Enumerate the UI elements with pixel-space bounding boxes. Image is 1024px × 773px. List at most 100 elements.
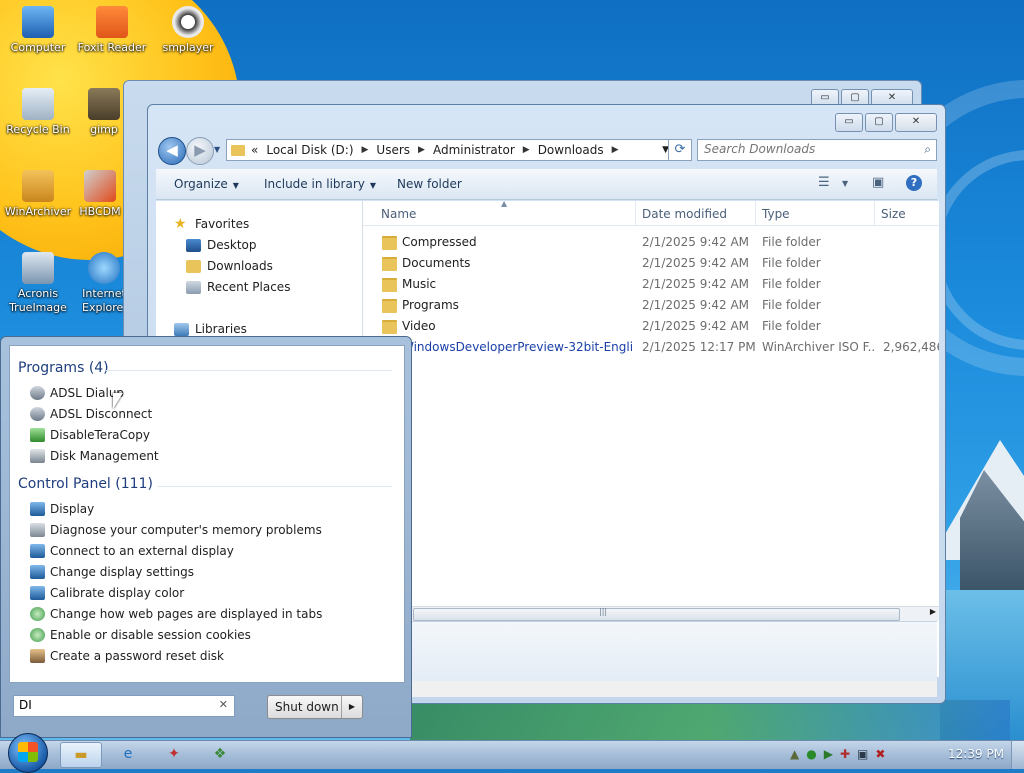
result-change-display-settings[interactable]: Change display settings bbox=[30, 565, 194, 579]
result-password-reset-disk[interactable]: Create a password reset disk bbox=[30, 649, 224, 663]
desktop-icon-internet-explorer[interactable]: Internet Explorer bbox=[82, 252, 126, 315]
result-display[interactable]: Display bbox=[30, 502, 94, 516]
shut-down-button[interactable]: Shut down ▶ bbox=[267, 695, 363, 719]
chevron-right-icon[interactable]: ▶ bbox=[418, 145, 425, 155]
tray-icon-tool[interactable]: ✚ bbox=[840, 747, 850, 761]
start-search-box[interactable]: ✕ bbox=[13, 695, 235, 717]
column-header-name[interactable]: Name bbox=[381, 207, 416, 221]
chevron-right-icon[interactable]: ▶ bbox=[612, 145, 619, 155]
maximize-button[interactable]: ▢ bbox=[865, 113, 893, 132]
column-header-type[interactable]: Type bbox=[762, 207, 790, 221]
search-icon[interactable]: ⌕ bbox=[924, 142, 931, 157]
file-row[interactable]: WindowsDeveloperPreview-32bit-English...… bbox=[363, 337, 939, 358]
forward-button[interactable]: ▶ bbox=[186, 137, 214, 165]
desktop-icon-gimp[interactable]: gimp bbox=[80, 88, 128, 137]
tray-icon-volume-muted[interactable]: ✖ bbox=[875, 747, 885, 761]
minimize-button[interactable]: ▭ bbox=[835, 113, 863, 132]
result-adsl-dialup[interactable]: ADSL Dialup bbox=[30, 386, 124, 400]
nav-item-libraries[interactable]: Libraries bbox=[174, 322, 247, 336]
breadcrumb-users[interactable]: Users bbox=[376, 143, 410, 157]
desktop-icon-winarchiver[interactable]: WinArchiver bbox=[0, 170, 76, 219]
column-divider[interactable] bbox=[635, 201, 636, 225]
nav-item-recent-places[interactable]: Recent Places bbox=[186, 280, 290, 294]
horizontal-scrollbar[interactable]: ||| ▶ bbox=[363, 606, 939, 621]
file-row[interactable]: Programs 2/1/2025 9:42 AM File folder bbox=[363, 295, 939, 316]
breadcrumb-local-disk[interactable]: Local Disk (D:) bbox=[266, 143, 353, 157]
help-button[interactable]: ? bbox=[906, 175, 922, 191]
new-folder-button[interactable]: New folder bbox=[397, 177, 462, 191]
dialup-icon bbox=[30, 407, 45, 421]
desktop-icon-recycle-bin[interactable]: Recycle Bin bbox=[0, 88, 76, 137]
file-type: File folder bbox=[762, 319, 821, 333]
result-disk-management[interactable]: Disk Management bbox=[30, 449, 159, 463]
column-header-size[interactable]: Size bbox=[881, 207, 906, 221]
monitor-icon bbox=[30, 565, 45, 579]
taskbar-app-button[interactable]: ❖ bbox=[200, 742, 240, 766]
result-disable-teracopy[interactable]: DisableTeraCopy bbox=[30, 428, 150, 442]
desktop-icon-smplayer[interactable]: smplayer bbox=[150, 6, 226, 55]
nav-item-favorites[interactable]: ★ Favorites bbox=[174, 217, 249, 232]
control-panel-header[interactable]: Control Panel (111) bbox=[18, 476, 153, 492]
breadcrumb-overflow[interactable]: « bbox=[251, 143, 258, 157]
start-button[interactable] bbox=[8, 733, 48, 773]
start-search-input[interactable] bbox=[14, 696, 214, 714]
column-divider[interactable] bbox=[874, 201, 875, 225]
refresh-button[interactable]: ⟳ bbox=[668, 139, 692, 161]
taskbar-explorer-button[interactable]: ▬ bbox=[60, 742, 102, 768]
tray-icon-display[interactable]: ▣ bbox=[857, 747, 868, 761]
search-box[interactable]: ⌕ bbox=[697, 139, 937, 161]
back-button[interactable]: ◀ bbox=[158, 137, 186, 165]
desktop-icon-acronis[interactable]: Acronis TrueImage bbox=[0, 252, 76, 315]
nav-item-downloads[interactable]: Downloads bbox=[186, 259, 273, 273]
close-button[interactable]: ✕ bbox=[895, 113, 937, 132]
tray-icon-network[interactable]: ▲ bbox=[790, 747, 799, 761]
change-view-button[interactable]: ☰ bbox=[818, 175, 830, 190]
arrow-right-icon: ▶ bbox=[194, 141, 206, 159]
breadcrumb-downloads[interactable]: Downloads bbox=[538, 143, 604, 157]
taskbar-clock[interactable]: 12:39 PM bbox=[948, 747, 1004, 761]
recent-pages-dropdown[interactable]: ▼ bbox=[214, 145, 220, 154]
result-diagnose-memory[interactable]: Diagnose your computer's memory problems bbox=[30, 523, 322, 537]
show-desktop-button[interactable] bbox=[1011, 741, 1024, 769]
taskbar-internet-explorer-button[interactable]: e bbox=[108, 742, 148, 766]
scrollbar-thumb[interactable] bbox=[413, 608, 900, 621]
desktop-icon-foxit-reader[interactable]: Foxit Reader bbox=[74, 6, 150, 55]
system-tray: ▲ ● ▶ ✚ ▣ ✖ bbox=[790, 747, 885, 761]
breadcrumb-administrator[interactable]: Administrator bbox=[433, 143, 515, 157]
result-label: Enable or disable session cookies bbox=[50, 628, 251, 642]
chevron-right-icon[interactable]: ▶ bbox=[523, 145, 530, 155]
tray-icon-security[interactable]: ● bbox=[806, 747, 816, 761]
result-connect-external-display[interactable]: Connect to an external display bbox=[30, 544, 234, 558]
taskbar-app-button[interactable]: ✦ bbox=[154, 742, 194, 766]
chevron-right-icon[interactable]: ▶ bbox=[362, 145, 369, 155]
programs-header[interactable]: Programs (4) bbox=[18, 360, 109, 376]
tray-icon-media[interactable]: ▶ bbox=[824, 747, 833, 761]
desktop-icon-computer[interactable]: Computer bbox=[0, 6, 76, 55]
file-row[interactable]: Video 2/1/2025 9:42 AM File folder bbox=[363, 316, 939, 337]
nav-item-label: Recent Places bbox=[207, 280, 291, 294]
clear-search-icon[interactable]: ✕ bbox=[219, 698, 228, 711]
result-adsl-disconnect[interactable]: ADSL Disconnect bbox=[30, 407, 152, 421]
column-divider[interactable] bbox=[755, 201, 756, 225]
taskbar: ▬ e ✦ ❖ ▲ ● ▶ ✚ ▣ ✖ 12:39 PM bbox=[0, 733, 1024, 773]
internet-options-icon bbox=[30, 607, 45, 621]
include-in-library-button[interactable]: Include in library ▼ bbox=[264, 177, 376, 191]
monitor-icon bbox=[30, 502, 45, 516]
desktop-icon bbox=[186, 238, 201, 252]
view-options-dropdown[interactable]: ▼ bbox=[842, 179, 848, 188]
nav-item-desktop[interactable]: Desktop bbox=[186, 238, 257, 252]
result-session-cookies[interactable]: Enable or disable session cookies bbox=[30, 628, 251, 642]
result-calibrate-display-color[interactable]: Calibrate display color bbox=[30, 586, 184, 600]
address-bar[interactable]: « Local Disk (D:) ▶ Users ▶ Administrato… bbox=[226, 139, 674, 161]
preview-pane-button[interactable]: ▣ bbox=[872, 175, 884, 190]
scroll-right-icon[interactable]: ▶ bbox=[930, 607, 936, 616]
desktop-icon-hbcdm[interactable]: HBCDM bbox=[76, 170, 124, 219]
file-row[interactable]: Documents 2/1/2025 9:42 AM File folder bbox=[363, 253, 939, 274]
search-input[interactable] bbox=[698, 140, 915, 158]
result-web-pages-tabs[interactable]: Change how web pages are displayed in ta… bbox=[30, 607, 322, 621]
shut-down-options-icon[interactable]: ▶ bbox=[341, 696, 362, 718]
column-header-date-modified[interactable]: Date modified bbox=[642, 207, 727, 221]
file-row[interactable]: Compressed 2/1/2025 9:42 AM File folder bbox=[363, 232, 939, 253]
organize-button[interactable]: Organize ▼ bbox=[174, 177, 239, 191]
file-row[interactable]: Music 2/1/2025 9:42 AM File folder bbox=[363, 274, 939, 295]
